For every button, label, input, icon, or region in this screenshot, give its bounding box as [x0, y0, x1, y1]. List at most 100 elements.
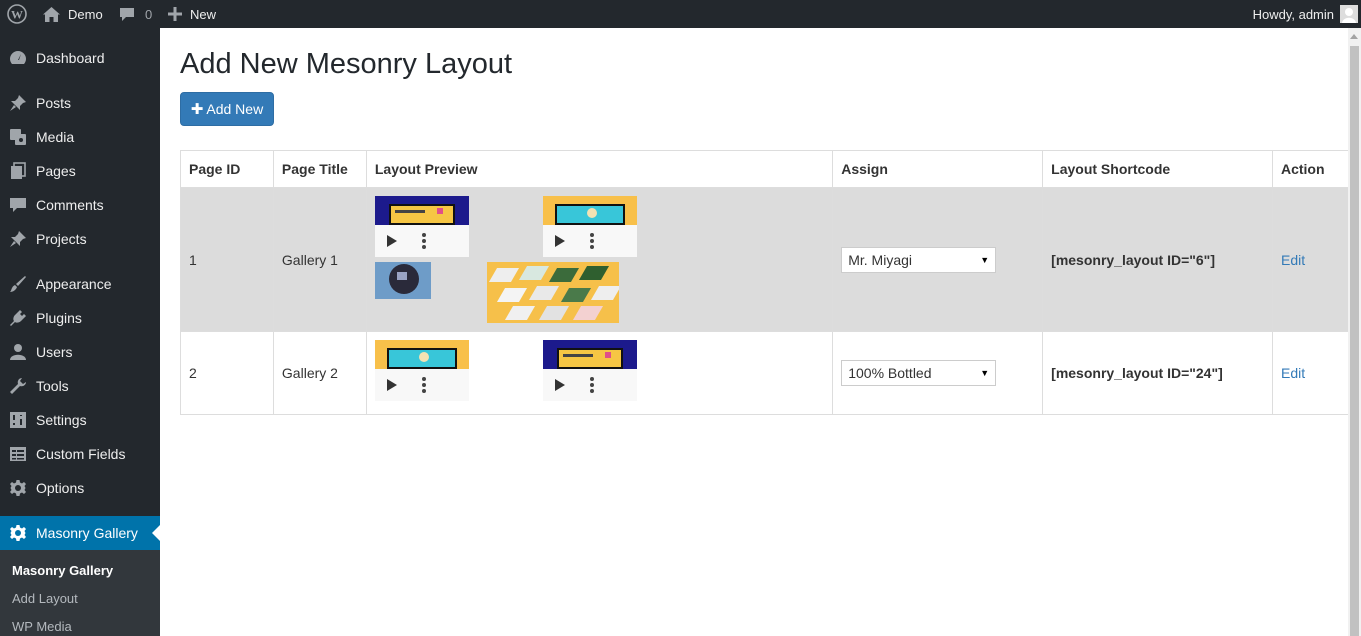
more-options-icon[interactable] — [589, 377, 594, 393]
sidebar-item-appearance[interactable]: Appearance — [0, 267, 160, 301]
page-title-cell: Gallery 1 — [272, 187, 367, 332]
sidebar-item-dashboard[interactable]: Dashboard — [0, 41, 160, 75]
my-account-link[interactable]: Howdy, admin — [1253, 0, 1358, 28]
gear-icon — [9, 524, 27, 542]
more-options-icon[interactable] — [589, 233, 594, 249]
add-new-label: Add New — [206, 101, 264, 117]
video-preview-image — [542, 340, 637, 369]
plus-icon — [168, 7, 182, 21]
sidebar-item-label: Pages — [36, 163, 76, 179]
add-new-button[interactable]: ✚ Add New — [180, 92, 274, 126]
sidebar-item-posts[interactable]: Posts — [0, 86, 160, 120]
header-layout-shortcode: Layout Shortcode — [1042, 150, 1273, 188]
layout-preview-cell — [365, 331, 834, 415]
howdy-text: Howdy, admin — [1252, 6, 1334, 22]
header-action: Action — [1271, 150, 1350, 188]
video-thumbnail[interactable] — [374, 340, 469, 401]
user-icon — [9, 343, 27, 361]
sidebar-item-label: Masonry Gallery — [36, 525, 138, 541]
submenu-item-wp-media[interactable]: WP Media — [12, 619, 72, 634]
sidebar-item-label: Settings — [36, 412, 87, 428]
sidebar-item-label: Appearance — [36, 276, 112, 292]
brush-icon — [9, 275, 27, 293]
wordpress-logo-icon[interactable]: W — [7, 0, 27, 28]
dashboard-icon — [9, 49, 27, 67]
assign-select[interactable]: Mr. Miyagi ▼ — [841, 246, 997, 273]
action-cell: Edit — [1271, 187, 1350, 332]
sidebar-item-options[interactable]: Options — [0, 471, 160, 505]
more-options-icon[interactable] — [421, 377, 426, 393]
scrollbar-thumb[interactable] — [1350, 46, 1359, 636]
sidebar-item-masonry-gallery[interactable]: Masonry Gallery — [0, 516, 160, 550]
sidebar-item-pages[interactable]: Pages — [0, 154, 160, 188]
assign-select-value: 100% Bottled — [848, 365, 932, 381]
video-controls — [542, 225, 637, 257]
video-thumbnail[interactable] — [374, 196, 469, 257]
action-cell: Edit — [1271, 331, 1350, 415]
sidebar-item-users[interactable]: Users — [0, 335, 160, 369]
assign-select[interactable]: 100% Bottled ▼ — [841, 360, 997, 386]
admin-sidebar: Dashboard Posts Media Pages Comments Pro… — [0, 28, 160, 636]
pin-icon — [9, 94, 27, 112]
video-thumbnail[interactable] — [542, 340, 637, 401]
sidebar-item-custom-fields[interactable]: Custom Fields — [0, 437, 160, 471]
play-icon[interactable] — [554, 235, 565, 247]
video-thumbnail[interactable] — [542, 196, 637, 257]
more-options-icon[interactable] — [421, 233, 426, 249]
submenu-item-masonry-gallery[interactable]: Masonry Gallery — [12, 563, 113, 578]
comments-icon — [9, 196, 27, 214]
shortcode-cell: [mesonry_layout ID="24"] — [1042, 331, 1273, 415]
media-icon — [9, 128, 27, 146]
home-icon — [43, 6, 60, 22]
assign-cell: Mr. Miyagi ▼ — [832, 187, 1044, 332]
sidebar-item-plugins[interactable]: Plugins — [0, 301, 160, 335]
sidebar-item-media[interactable]: Media — [0, 120, 160, 154]
sidebar-item-settings[interactable]: Settings — [0, 403, 160, 437]
chevron-down-icon: ▼ — [980, 254, 990, 265]
table-header-row: Page ID Page Title Layout Preview Assign… — [180, 150, 1350, 188]
sidebar-item-comments[interactable]: Comments — [0, 188, 160, 222]
edit-link[interactable]: Edit — [1281, 365, 1305, 381]
site-name-link[interactable]: Demo — [43, 0, 103, 28]
comments-link[interactable]: 0 — [119, 0, 152, 28]
gear-icon — [9, 479, 27, 497]
header-layout-preview: Layout Preview — [365, 150, 834, 188]
avatar — [1340, 5, 1358, 23]
sidebar-item-label: Posts — [36, 95, 72, 111]
header-assign: Assign — [832, 150, 1044, 188]
vertical-scrollbar[interactable] — [1348, 28, 1361, 636]
comments-count: 0 — [145, 6, 153, 22]
page-title: Add New Mesonry Layout — [180, 48, 513, 80]
page-id-cell: 1 — [180, 187, 274, 332]
sidebar-item-label: Options — [36, 480, 85, 496]
pages-icon — [9, 162, 27, 180]
header-page-title: Page Title — [272, 150, 367, 188]
table-row: 2 Gallery 2 100% Bottled ▼ [mesonry_layo… — [180, 331, 1350, 415]
play-icon[interactable] — [386, 379, 397, 391]
main-content: Add New Mesonry Layout ✚ Add New Page ID… — [160, 28, 1350, 636]
sidebar-item-projects[interactable]: Projects — [0, 222, 160, 256]
svg-text:W: W — [11, 8, 23, 22]
video-preview-image — [374, 340, 469, 369]
edit-link[interactable]: Edit — [1281, 252, 1305, 268]
wrench-icon — [9, 377, 27, 395]
submenu-item-add-layout[interactable]: Add Layout — [12, 591, 78, 606]
video-preview-image — [374, 196, 469, 225]
sidebar-item-tools[interactable]: Tools — [0, 369, 160, 403]
image-thumbnail[interactable] — [486, 262, 619, 323]
new-label: New — [190, 6, 217, 22]
settings-icon — [9, 411, 27, 429]
sidebar-item-label: Tools — [36, 378, 69, 394]
play-icon[interactable] — [386, 235, 397, 247]
image-thumbnail[interactable] — [374, 262, 431, 299]
admin-bar: W Demo 0 New Howdy, admin — [0, 0, 1361, 28]
play-icon[interactable] — [554, 379, 565, 391]
comment-bubble-icon — [119, 7, 135, 22]
scroll-up-arrow-icon[interactable] — [1350, 34, 1358, 39]
video-controls — [374, 369, 469, 401]
page-title-cell: Gallery 2 — [272, 331, 367, 415]
video-controls — [542, 369, 637, 401]
new-content-link[interactable]: New — [168, 0, 216, 28]
sidebar-item-label: Custom Fields — [36, 446, 126, 462]
sidebar-item-label: Dashboard — [36, 50, 105, 66]
